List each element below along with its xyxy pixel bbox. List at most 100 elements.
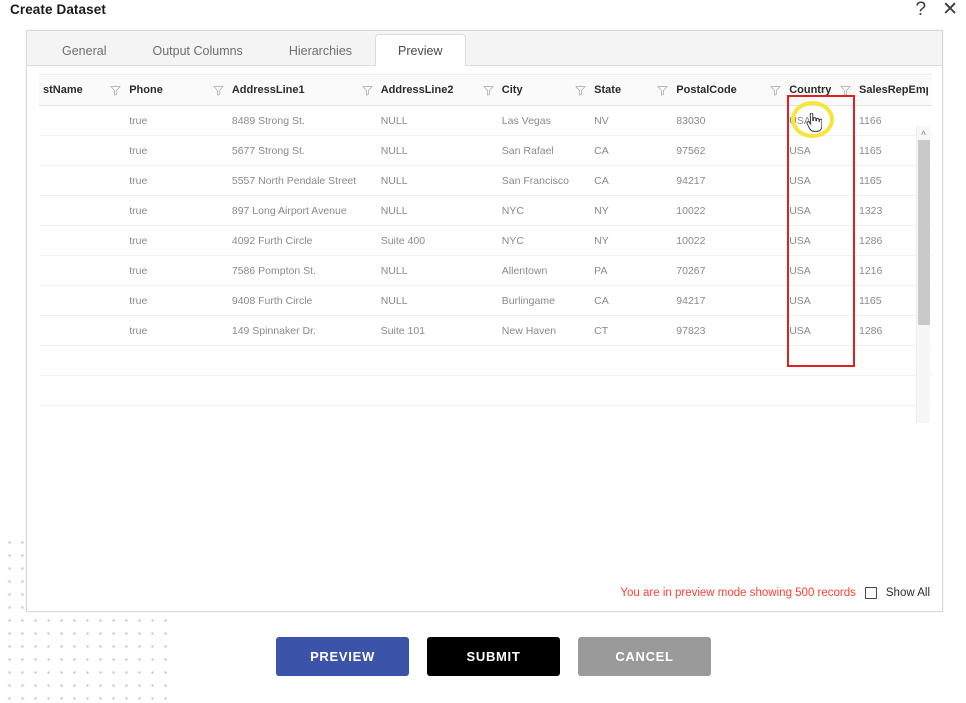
table-cell-stname [39,225,126,256]
table-cell-empty [497,345,591,376]
filter-icon[interactable] [110,85,121,96]
close-icon[interactable]: ✕ [942,0,958,19]
column-header-state[interactable]: State [590,74,673,106]
table-cell-phone: true [125,195,228,226]
column-header-phone[interactable]: Phone [125,74,228,106]
column-header-country[interactable]: Country [785,74,855,106]
table-head: stName Phone AddressLine1 AddressLine2 City S… [39,74,932,106]
column-header-postalcode[interactable]: PostalCode [672,74,786,106]
table-cell-city: NYC [497,195,591,226]
table-row[interactable]: true 4092 Furth Circle Suite 400 NYC NY 10022… [39,225,932,256]
column-header-addressline2[interactable]: AddressLine2 [376,74,498,106]
filter-icon[interactable] [575,85,586,96]
table-cell-empty [376,345,498,376]
tab-general[interactable]: General [39,34,129,66]
tab-preview[interactable]: Preview [375,34,466,67]
table-cell-empty [590,375,673,406]
tab-output-columns-label: Output Columns [152,43,243,58]
preview-data-grid[interactable]: stName Phone AddressLine1 AddressLine2 City S… [39,74,932,424]
table-cell-state: CT [590,315,673,346]
table-cell-addressline2: NULL [376,105,498,136]
scrollbar-thumb[interactable] [918,140,930,325]
tab-general-label: General [62,43,107,58]
filter-icon[interactable] [483,85,494,96]
filter-icon[interactable] [770,85,781,96]
tab-output-columns[interactable]: Output Columns [129,34,265,66]
filter-icon[interactable] [213,85,224,96]
table-row[interactable]: true 149 Spinnaker Dr. Suite 101 New Haven C… [39,315,932,346]
table-cell-country: USA [785,285,855,316]
column-header-label: AddressLine2 [380,84,454,96]
table-cell-empty [785,345,855,376]
table-cell-empty [39,375,126,406]
table-cell-state: NY [590,225,673,256]
table-cell-country: USA [785,225,855,256]
table-cell-postalcode: 94217 [672,285,786,316]
table-cell-addressline2: NULL [376,165,498,196]
table-cell-empty [497,375,591,406]
table-cell-state: PA [590,255,673,286]
table-cell-addressline2: Suite 400 [376,225,498,256]
column-header-label: stName [43,84,83,96]
column-header-label: AddressLine1 [231,84,305,96]
column-header-city[interactable]: City [497,74,591,106]
preview-mode-note: You are in preview mode showing 500 reco… [620,587,930,599]
table-cell-empty [227,345,377,376]
table-cell-stname [39,105,126,136]
table-cell-phone: true [125,225,228,256]
table-row[interactable]: true 5557 North Pendale Street NULL San Fra… [39,165,932,196]
table-cell-addressline2: Suite 101 [376,315,498,346]
question-mark-icon[interactable]: ? [916,0,927,19]
table-cell-empty [125,375,228,406]
table-row[interactable]: true 7586 Pompton St. NULL Allentown PA 70267… [39,255,932,286]
table-cell-country: USA [785,135,855,166]
table-cell-stname [39,135,126,166]
table-cell-empty [785,375,855,406]
column-header-salesrepemp[interactable]: SalesRepEmp [854,74,932,106]
column-header-stname[interactable]: stName [39,74,126,106]
table-cell-empty [39,345,126,376]
column-header-label: SalesRepEmp [858,84,928,96]
table-row[interactable]: true 8489 Strong St. NULL Las Vegas NV 83030 U… [39,105,932,136]
table-header-row: stName Phone AddressLine1 AddressLine2 City S… [39,74,932,106]
table-cell-state: CA [590,165,673,196]
table-cell-city: Burlingame [497,285,591,316]
table-cell-empty [227,375,377,406]
table-cell-empty [125,345,228,376]
table-cell-stname [39,315,126,346]
table-cell-country: USA [785,315,855,346]
show-all-checkbox[interactable] [864,587,877,599]
table-cell-addressline1: 897 Long Airport Avenue [227,195,377,226]
table-vertical-scrollbar[interactable]: ˄ [916,126,930,423]
submit-button[interactable]: SUBMIT [427,637,560,676]
cancel-button[interactable]: CANCEL [578,637,711,676]
table-cell-city: San Rafael [497,135,591,166]
tab-preview-label: Preview [398,43,443,58]
table-row-empty [39,345,932,376]
table-cell-postalcode: 97823 [672,315,786,346]
scroll-up-arrow-icon[interactable]: ˄ [917,127,930,139]
preview-mode-message: You are in preview mode showing 500 reco… [620,587,856,599]
table-row[interactable]: true 897 Long Airport Avenue NULL NYC NY 1002… [39,195,932,226]
table-cell-addressline1: 5557 North Pendale Street [227,165,377,196]
table-cell-addressline1: 9408 Furth Circle [227,285,377,316]
dialog-action-buttons: PREVIEW SUBMIT CANCEL [276,637,711,676]
table-cell-postalcode: 97562 [672,135,786,166]
table-cell-city: NYC [497,225,591,256]
column-header-addressline1[interactable]: AddressLine1 [227,74,377,106]
filter-icon[interactable] [840,85,851,96]
table-cell-addressline1: 5677 Strong St. [227,135,377,166]
table-cell-city: New Haven [497,315,591,346]
table-row[interactable]: true 9408 Furth Circle NULL Burlingame CA 942… [39,285,932,316]
table-cell-phone: true [125,165,228,196]
tab-strip: General Output Columns Hierarchies Previ… [27,31,942,67]
table-cell-city: Allentown [497,255,591,286]
table-cell-addressline2: NULL [376,135,498,166]
preview-button[interactable]: PREVIEW [276,637,409,676]
tab-hierarchies[interactable]: Hierarchies [266,34,375,66]
tab-hierarchies-label: Hierarchies [288,43,353,58]
filter-icon[interactable] [362,85,373,96]
filter-icon[interactable] [657,85,668,96]
table-cell-postalcode: 94217 [672,165,786,196]
table-row[interactable]: true 5677 Strong St. NULL San Rafael CA 97562… [39,135,932,166]
